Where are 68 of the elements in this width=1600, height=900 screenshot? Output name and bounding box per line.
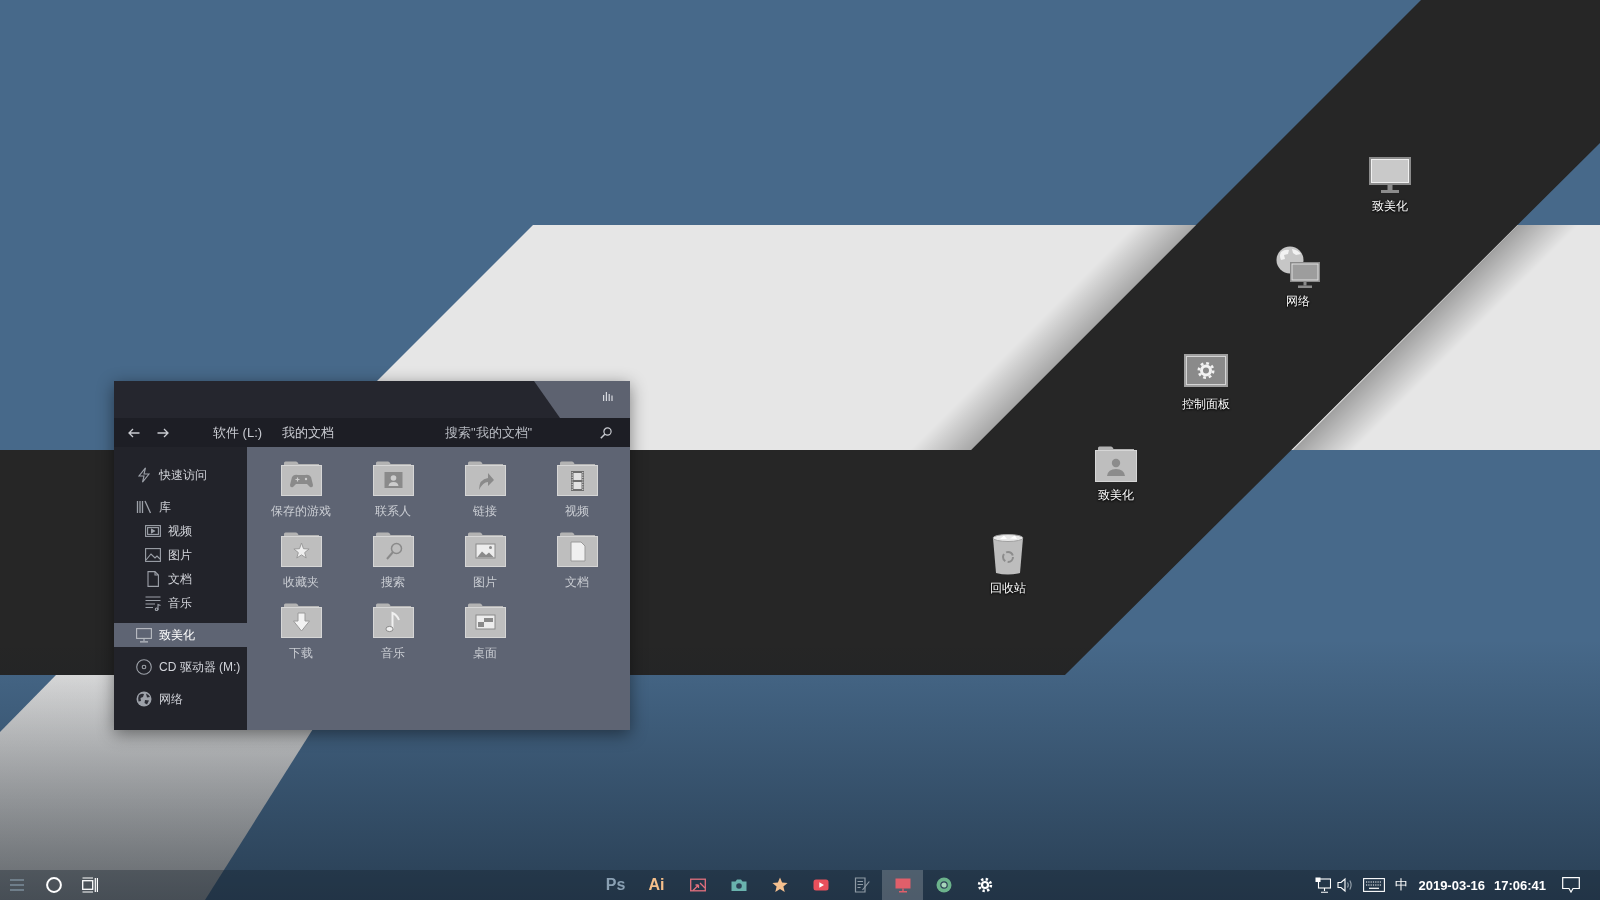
- breadcrumb-item[interactable]: 我的文档: [282, 423, 335, 442]
- film-folder-icon: [556, 461, 598, 496]
- sidebar-item[interactable]: 快速访问: [114, 463, 247, 487]
- gamepad-folder-icon: [280, 461, 322, 496]
- back-arrow-icon[interactable]: [128, 427, 140, 438]
- folder-item[interactable]: 收藏夹: [255, 532, 347, 590]
- recycle-bin-icon: [991, 534, 1025, 575]
- search-field[interactable]: 搜索"我的文档": [440, 421, 592, 444]
- keyboard-icon[interactable]: [1363, 878, 1386, 892]
- video-frame-icon: [145, 523, 161, 539]
- sidebar-item[interactable]: 致美化: [114, 623, 247, 647]
- globe-icon: [136, 691, 152, 707]
- network-monitor-icon[interactable]: [1315, 877, 1332, 893]
- picture-folder-icon: [464, 532, 506, 567]
- taskbar-button[interactable]: Ai: [636, 870, 677, 900]
- forward-arrow-icon[interactable]: [157, 427, 169, 438]
- star-folder-icon: [280, 532, 322, 567]
- books-icon: [136, 499, 152, 515]
- message-icon[interactable]: [1562, 877, 1580, 893]
- sidebar-item[interactable]: 库: [114, 495, 247, 519]
- contact-card-folder-icon: [372, 461, 414, 496]
- desktop-shortcut[interactable]: 网络: [1253, 246, 1343, 309]
- folder-item[interactable]: 视频: [531, 461, 623, 519]
- sidebar-item[interactable]: 音乐: [114, 591, 247, 615]
- folder-item[interactable]: 图片: [439, 532, 531, 590]
- monitor-icon: [1369, 157, 1411, 193]
- user-folder-icon: [1095, 446, 1137, 482]
- folder-item[interactable]: 保存的游戏: [255, 461, 347, 519]
- lightning-icon: [136, 467, 152, 483]
- folder-item[interactable]: 搜索: [347, 532, 439, 590]
- picture-icon: [145, 547, 161, 563]
- desktop-shortcut[interactable]: 致美化: [1071, 446, 1161, 503]
- ring-icon[interactable]: [46, 877, 62, 893]
- input-method-indicator[interactable]: 中: [1395, 876, 1409, 894]
- disc-icon: [136, 659, 152, 675]
- page-icon: [145, 571, 161, 587]
- speaker-icon[interactable]: [1337, 877, 1354, 893]
- screen-folder-icon: [464, 603, 506, 638]
- down-arrow-folder-icon: [280, 603, 322, 638]
- bars-icon[interactable]: [603, 392, 613, 401]
- breadcrumb-item[interactable]: 软件 (L:): [213, 423, 263, 442]
- desktop-shortcut[interactable]: 致美化: [1345, 157, 1435, 214]
- monitor-icon: [136, 627, 152, 643]
- folder-item[interactable]: 文档: [531, 532, 623, 590]
- sidebar-item[interactable]: 网络: [114, 687, 247, 711]
- search-icon[interactable]: [600, 426, 612, 439]
- music-list-icon: [145, 595, 161, 611]
- sidebar-item[interactable]: 图片: [114, 543, 247, 567]
- clock-time[interactable]: 17:06:41: [1493, 877, 1546, 893]
- page-folder-icon: [556, 532, 598, 567]
- globe-monitor-icon: [1276, 246, 1320, 288]
- folder-item[interactable]: 桌面: [439, 603, 531, 661]
- music-note-folder-icon: [372, 603, 414, 638]
- sidebar-item[interactable]: 文档: [114, 567, 247, 591]
- task-view-icon[interactable]: [82, 877, 98, 893]
- magnifier-folder-icon: [372, 532, 414, 567]
- folder-item[interactable]: 联系人: [347, 461, 439, 519]
- folder-item[interactable]: 链接: [439, 461, 531, 519]
- folder-item[interactable]: 音乐: [347, 603, 439, 661]
- desktop-shortcut[interactable]: 回收站: [963, 534, 1053, 596]
- sidebar-item[interactable]: CD 驱动器 (M:): [114, 655, 247, 679]
- gear-panel-icon: [1184, 354, 1228, 387]
- sidebar-item[interactable]: 视频: [114, 519, 247, 543]
- folder-item[interactable]: 下载: [255, 603, 347, 661]
- clock-date[interactable]: 2019-03-16: [1418, 877, 1485, 893]
- taskbar-button[interactable]: Ps: [595, 870, 636, 900]
- arrow-folder-icon: [464, 461, 506, 496]
- desktop-shortcut[interactable]: 控制面板: [1161, 354, 1251, 412]
